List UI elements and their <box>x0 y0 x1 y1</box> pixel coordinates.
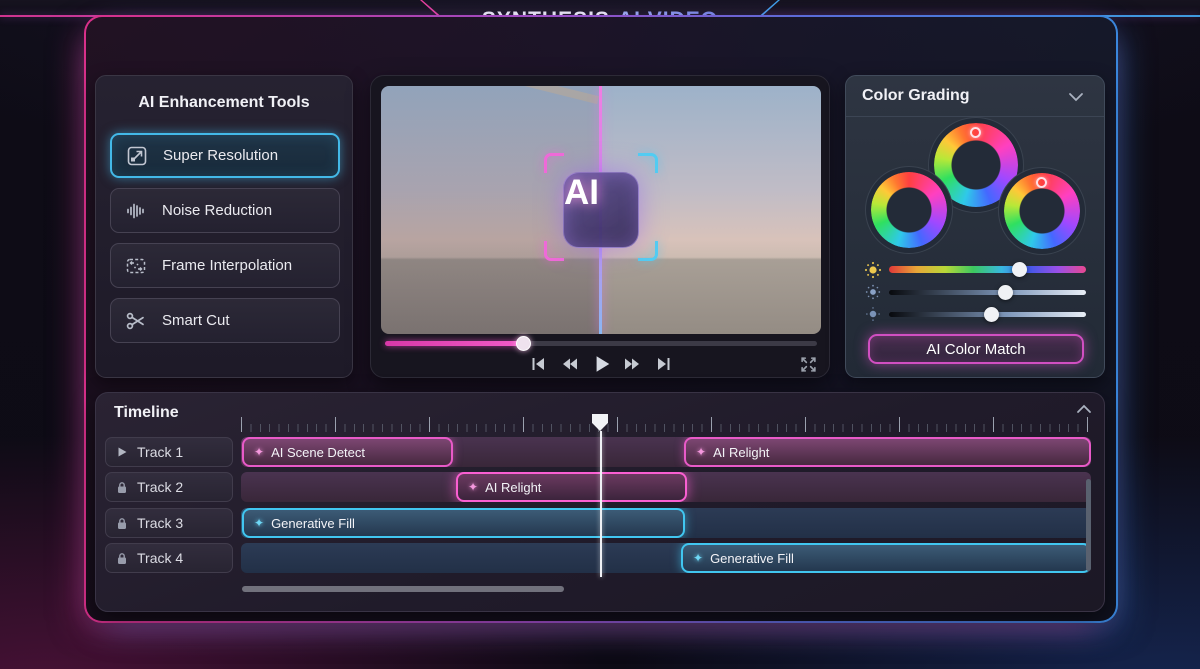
sparkle-icon: ✦ <box>696 445 706 459</box>
sparkle-icon: ✦ <box>254 516 264 530</box>
tool-button-label: Frame Interpolation <box>162 257 292 274</box>
track-header-3[interactable]: Track 3 <box>105 508 233 538</box>
tool-button-label: Super Resolution <box>163 147 278 164</box>
clip-label: AI Relight <box>713 445 769 460</box>
seek-handle[interactable] <box>516 336 531 351</box>
focus-bracket-icon <box>638 153 658 173</box>
tools-panel-title: AI Enhancement Tools <box>96 94 352 112</box>
brightness-slider[interactable] <box>889 290 1086 295</box>
wheel-indicator[interactable] <box>970 127 981 138</box>
ai-badge: AI <box>563 172 639 248</box>
track-header-1[interactable]: Track 1 <box>105 437 233 467</box>
tool-button-label: Noise Reduction <box>162 202 272 219</box>
contrast-slider-handle[interactable] <box>984 307 999 322</box>
horizontal-scrollbar[interactable] <box>242 586 564 592</box>
sparkle-icon: ✦ <box>468 480 478 494</box>
ai-badge-label: AI <box>564 173 599 213</box>
tool-button-smart-cut[interactable]: Smart Cut <box>110 298 340 343</box>
sparkle-icon: ✦ <box>254 445 264 459</box>
sparkle-icon: ✦ <box>693 551 703 565</box>
chevron-down-icon[interactable] <box>1068 91 1084 103</box>
ai-color-match-button[interactable]: AI Color Match <box>868 334 1084 364</box>
super-resolution-icon <box>124 143 150 169</box>
clip-label: Generative Fill <box>271 516 355 531</box>
timeline-panel: Timeline Track 1 Track 2 Track 3 Track 4… <box>95 392 1105 612</box>
focus-bracket-icon <box>638 241 658 261</box>
lock-icon <box>116 552 128 565</box>
frame-interpolation-icon <box>123 253 149 279</box>
hue-slider[interactable] <box>889 266 1086 273</box>
timeline-title: Timeline <box>114 404 179 422</box>
track-label: Track 3 <box>137 515 183 531</box>
clip-ai-scene-detect[interactable]: ✦ AI Scene Detect <box>242 437 453 467</box>
clip-label: AI Scene Detect <box>271 445 365 460</box>
track-label: Track 4 <box>137 550 183 566</box>
track-lane-4[interactable]: ✦ Generative Fill <box>241 543 1091 573</box>
track-label: Track 2 <box>137 479 183 495</box>
lock-icon <box>116 517 128 530</box>
playhead-line <box>600 431 602 577</box>
fullscreen-button[interactable] <box>797 353 819 375</box>
focus-bracket-icon <box>544 241 564 261</box>
track-lane-3[interactable]: ✦ Generative Fill <box>241 508 1091 538</box>
fast-forward-button[interactable] <box>622 353 644 375</box>
timeline-ruler[interactable] <box>241 417 1091 432</box>
chevron-up-icon[interactable] <box>1076 403 1092 415</box>
shadows-wheel[interactable] <box>871 172 947 248</box>
clip-generative-fill-track4[interactable]: ✦ Generative Fill <box>681 543 1091 573</box>
contrast-slider[interactable] <box>889 312 1086 317</box>
tools-panel: AI Enhancement Tools Super Resolution No… <box>95 75 353 378</box>
tool-button-noise-reduction[interactable]: Noise Reduction <box>110 188 340 233</box>
tool-button-frame-interpolation[interactable]: Frame Interpolation <box>110 243 340 288</box>
vertical-scrollbar[interactable] <box>1086 479 1091 571</box>
video-preview[interactable]: AI <box>381 86 821 334</box>
seek-bar[interactable] <box>385 341 817 346</box>
waveform-icon <box>123 198 149 224</box>
track-lane-1[interactable]: ✦ AI Scene Detect ✦ AI Relight <box>241 437 1091 467</box>
brightness-icon <box>864 283 882 301</box>
scissors-icon <box>123 308 149 334</box>
clip-label: Generative Fill <box>710 551 794 566</box>
wheel-indicator[interactable] <box>1036 177 1047 188</box>
tool-button-label: Smart Cut <box>162 312 230 329</box>
clip-label: AI Relight <box>485 480 541 495</box>
lock-icon <box>116 481 128 494</box>
track-lane-2[interactable]: ✦ AI Relight <box>241 472 1091 502</box>
focus-bracket-icon <box>544 153 564 173</box>
play-button[interactable] <box>590 353 612 375</box>
clip-generative-fill-track3[interactable]: ✦ Generative Fill <box>242 508 685 538</box>
track-header-2[interactable]: Track 2 <box>105 472 233 502</box>
skip-end-button[interactable] <box>653 353 675 375</box>
hue-sun-icon <box>863 260 883 280</box>
video-preview-panel: AI <box>370 75 830 378</box>
contrast-icon <box>864 305 882 323</box>
clip-ai-relight-track1[interactable]: ✦ AI Relight <box>684 437 1091 467</box>
color-grading-title: Color Grading <box>862 87 970 105</box>
app-root: SYNTHESIS AI VIDEO AI Enhancement Tools … <box>0 0 1200 669</box>
color-grading-panel: Color Grading <box>845 75 1105 378</box>
seek-bar-fill <box>385 341 523 346</box>
skip-start-button[interactable] <box>527 353 549 375</box>
track-header-4[interactable]: Track 4 <box>105 543 233 573</box>
rewind-button[interactable] <box>558 353 580 375</box>
clip-ai-relight-track2[interactable]: ✦ AI Relight <box>456 472 687 502</box>
tool-button-super-resolution[interactable]: Super Resolution <box>110 133 340 178</box>
track-label: Track 1 <box>137 444 183 460</box>
play-icon <box>116 446 128 458</box>
brightness-slider-handle[interactable] <box>998 285 1013 300</box>
highlights-wheel[interactable] <box>1004 173 1080 249</box>
hue-slider-handle[interactable] <box>1012 262 1027 277</box>
